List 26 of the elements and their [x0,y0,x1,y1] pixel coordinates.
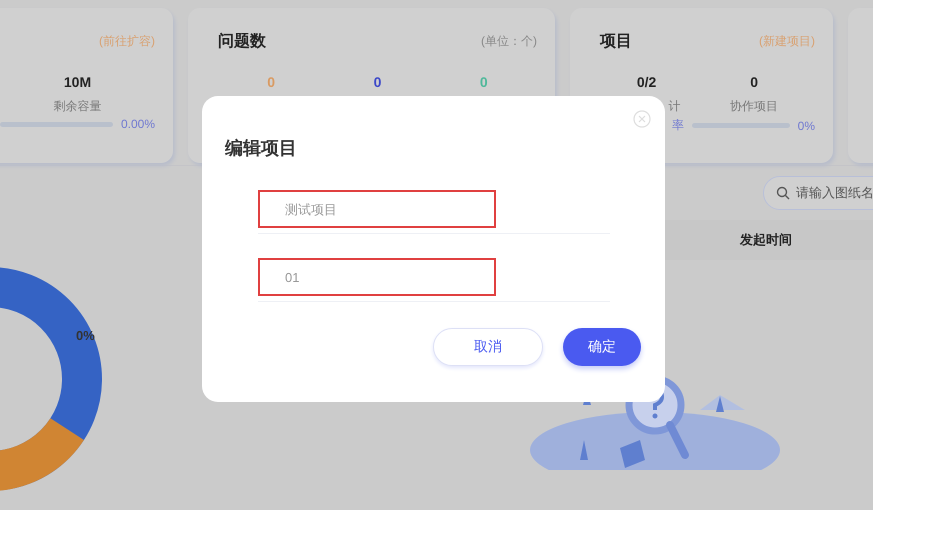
chart-label: 0% [76,328,95,343]
search-field[interactable]: 请输入图纸名 [763,176,873,210]
search-icon [776,186,790,200]
input-field[interactable]: 测试项目 [258,190,496,228]
stat-value: 0 [480,74,488,90]
card-title: 项目 [600,32,632,52]
stat-value: 10M [64,74,92,90]
dialog-title: 编辑项目 [225,137,298,160]
cancel-button[interactable]: 取消 [433,328,543,366]
progress-reading: 0.00% [120,117,155,131]
search-placeholder: 请输入图纸名 [796,184,873,202]
input-field[interactable]: 01 [258,258,496,296]
stat-value: 0 [267,74,276,90]
confirm-button[interactable]: 确定 [563,328,641,366]
stat-value: 0/2 [636,74,656,90]
stat-label: 剩余容量 [54,98,102,115]
stat-value: 0 [750,74,758,90]
progress-label: 率 [672,117,684,134]
stat-label: 计 [668,98,681,115]
stat-value: 0 [374,74,382,90]
card-action: (单位：个) [481,32,537,50]
progress-reading: 0% [798,118,815,132]
column-header: 发起时间 [740,231,792,249]
card-title: 问题数 [218,32,266,52]
close-icon[interactable] [633,110,651,128]
stat-label: 协作项目 [730,98,778,115]
